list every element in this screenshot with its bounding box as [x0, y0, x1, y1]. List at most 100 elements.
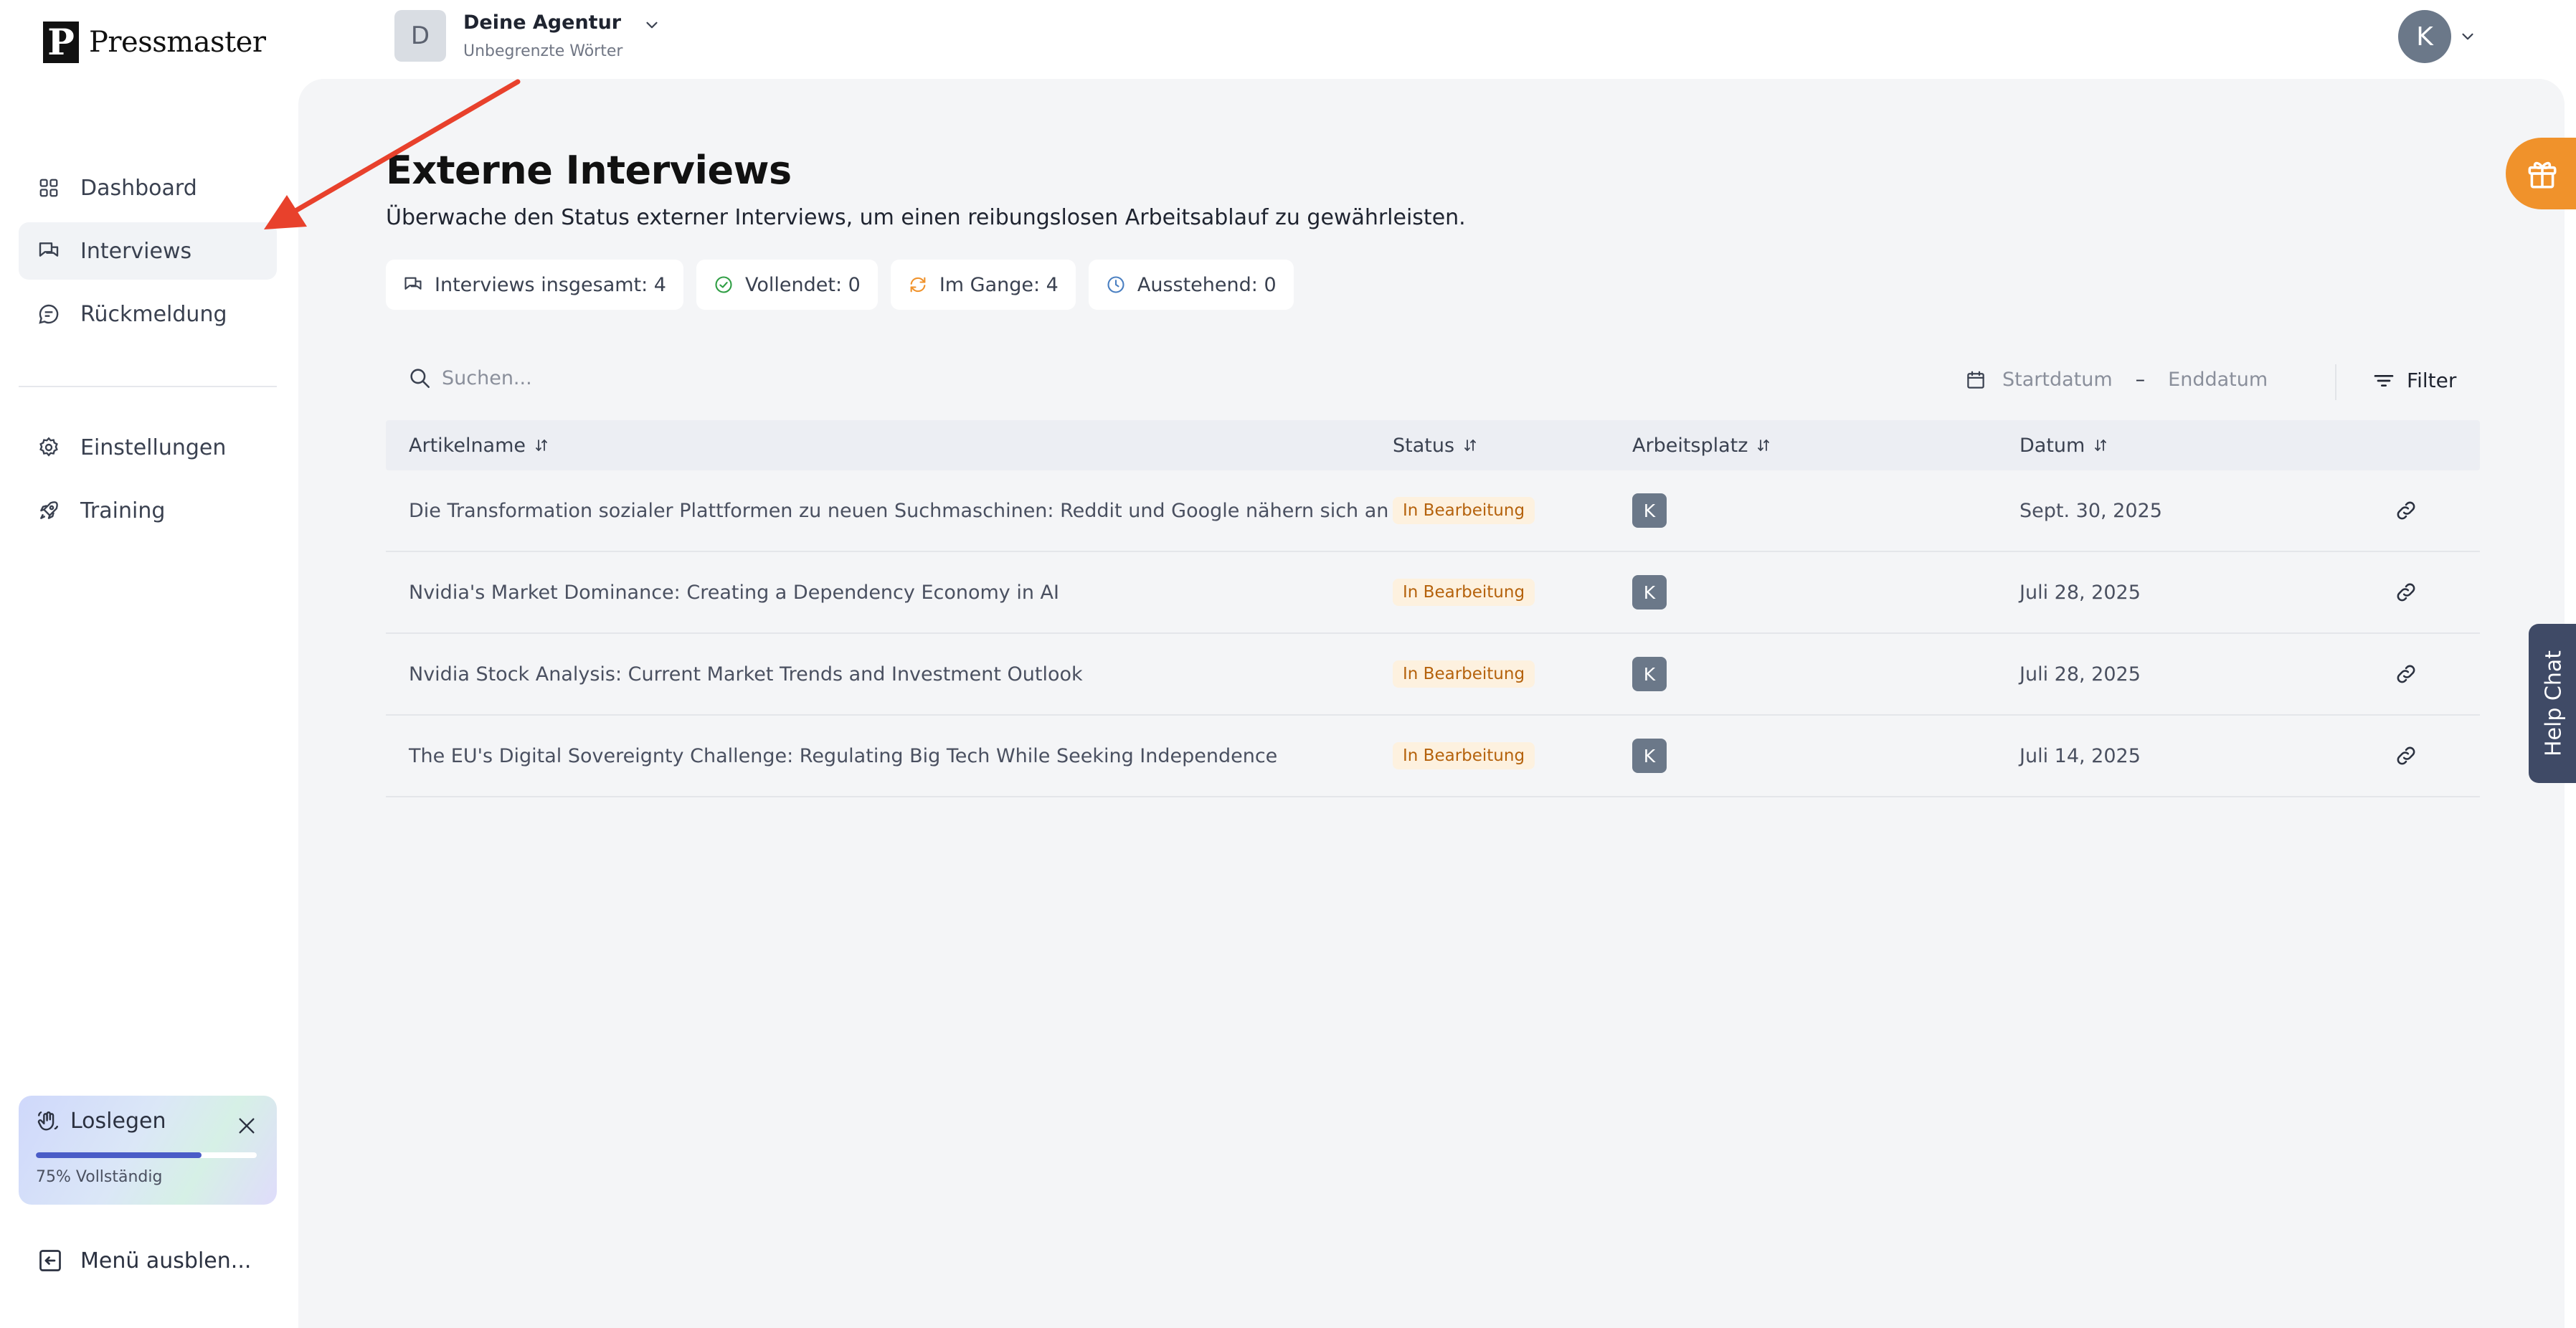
- page-title: Externe Interviews: [386, 148, 792, 193]
- agency-plan: Unbegrenzte Wörter: [463, 42, 623, 60]
- stat-label: Vollendet: 0: [745, 273, 861, 296]
- sidebar-item-label: Training: [80, 498, 166, 523]
- column-header-datum[interactable]: Datum: [2019, 435, 2109, 457]
- chevron-down-icon: [2458, 27, 2477, 46]
- workspace-avatar: K: [1632, 657, 1667, 691]
- sidebar-item-einstellungen[interactable]: Einstellungen: [19, 419, 277, 476]
- stat-pending: Ausstehend: 0: [1088, 260, 1294, 310]
- sort-icon: [1462, 437, 1479, 454]
- article-title[interactable]: Nvidia Stock Analysis: Current Market Tr…: [409, 634, 1083, 714]
- table-row[interactable]: Die Transformation sozialer Plattformen …: [386, 470, 2480, 552]
- column-header-status[interactable]: Status: [1393, 435, 1479, 457]
- sidebar-item-dashboard[interactable]: Dashboard: [19, 159, 277, 217]
- link-icon[interactable]: [2394, 552, 2418, 632]
- sidebar-item-label: Einstellungen: [80, 435, 227, 460]
- clock-icon: [1106, 275, 1126, 295]
- row-date: Sept. 30, 2025: [2019, 499, 2162, 522]
- toolbar-divider: [2335, 364, 2336, 400]
- hide-menu-button[interactable]: Menü ausblen...: [37, 1248, 251, 1274]
- column-label: Status: [1393, 434, 1455, 457]
- sort-icon: [1755, 437, 1772, 454]
- workspace-avatar: K: [1632, 739, 1667, 773]
- link-icon[interactable]: [2394, 470, 2418, 551]
- filter-button[interactable]: Filter: [2372, 369, 2456, 392]
- gift-button[interactable]: [2506, 138, 2576, 209]
- status-badge: In Bearbeitung: [1393, 742, 1535, 769]
- table-row[interactable]: Nvidia's Market Dominance: Creating a De…: [386, 552, 2480, 634]
- onboarding-progress-bar: [36, 1152, 257, 1158]
- onboarding-card[interactable]: Loslegen 75% Vollständig: [19, 1096, 277, 1205]
- onboarding-title: Loslegen: [70, 1109, 166, 1134]
- sidebar-item-training[interactable]: Training: [19, 482, 277, 539]
- workspace-avatar: K: [1632, 575, 1667, 610]
- stat-label: Im Gange: 4: [939, 273, 1059, 296]
- table-toolbar: Startdatum – Enddatum Filter: [386, 350, 2480, 414]
- grid-icon: [36, 175, 62, 201]
- onboarding-progress-fill: [36, 1152, 202, 1158]
- help-chat-label: Help Chat: [2541, 650, 2567, 757]
- search-box[interactable]: [407, 366, 1087, 390]
- article-title[interactable]: The EU's Digital Sovereignty Challenge: …: [409, 716, 1277, 796]
- agency-switcher[interactable]: D Deine Agentur Unbegrenzte Wörter: [394, 10, 661, 62]
- stat-label: Ausstehend: 0: [1137, 273, 1277, 296]
- sidebar: P Pressmaster Dashboard Interviews Rückm…: [0, 0, 298, 1328]
- table-row[interactable]: The EU's Digital Sovereignty Challenge: …: [386, 716, 2480, 797]
- sidebar-item-label: Interviews: [80, 238, 192, 264]
- main-panel: Externe Interviews Überwache den Status …: [298, 79, 2565, 1328]
- sidebar-divider: [19, 386, 277, 387]
- interviews-table: Artikelname Status Arbeitsplatz Datum Di…: [386, 420, 2480, 797]
- sidebar-item-rueckmeldung[interactable]: Rückmeldung: [19, 285, 277, 343]
- avatar: K: [2398, 10, 2451, 63]
- sort-icon: [2092, 437, 2109, 454]
- sidebar-item-label: Rückmeldung: [80, 301, 227, 327]
- column-header-arbeitsplatz[interactable]: Arbeitsplatz: [1632, 435, 1772, 457]
- user-menu[interactable]: K: [2398, 10, 2477, 63]
- table-row[interactable]: Nvidia Stock Analysis: Current Market Tr…: [386, 634, 2480, 716]
- filter-icon: [2372, 369, 2395, 392]
- refresh-icon: [908, 275, 928, 295]
- row-date: Juli 14, 2025: [2019, 744, 2141, 767]
- sort-icon: [533, 437, 550, 454]
- sidebar-item-label: Dashboard: [80, 175, 197, 201]
- link-icon[interactable]: [2394, 634, 2418, 714]
- message-circle-icon: [36, 301, 62, 327]
- calendar-icon: [1965, 369, 1987, 391]
- filter-label: Filter: [2407, 369, 2457, 392]
- link-icon[interactable]: [2394, 716, 2418, 796]
- logo[interactable]: P Pressmaster: [43, 22, 266, 63]
- search-input[interactable]: [442, 366, 1087, 389]
- close-icon[interactable]: [235, 1114, 258, 1137]
- chevron-down-icon: [643, 16, 661, 34]
- article-title[interactable]: Nvidia's Market Dominance: Creating a De…: [409, 552, 1059, 632]
- row-date: Juli 28, 2025: [2019, 581, 2141, 604]
- gear-icon: [36, 435, 62, 460]
- rocket-icon: [36, 498, 62, 523]
- stats-bar: Interviews insgesamt: 4 Vollendet: 0 Im …: [386, 260, 1294, 310]
- column-label: Artikelname: [409, 434, 526, 457]
- sidebar-item-interviews[interactable]: Interviews: [19, 222, 277, 280]
- end-date-field[interactable]: Enddatum: [2168, 369, 2268, 391]
- collapse-sidebar-icon: [37, 1248, 63, 1274]
- agency-avatar: D: [394, 10, 446, 62]
- status-badge: In Bearbeitung: [1393, 497, 1535, 524]
- column-header-artikelname[interactable]: Artikelname: [409, 435, 550, 457]
- status-badge: In Bearbeitung: [1393, 660, 1535, 688]
- status-badge: In Bearbeitung: [1393, 579, 1535, 606]
- start-date-field[interactable]: Startdatum: [2002, 369, 2113, 391]
- onboarding-progress-label: 75% Vollständig: [36, 1168, 163, 1186]
- gift-icon: [2524, 156, 2560, 191]
- page-subtitle: Überwache den Status externer Interviews…: [386, 205, 1466, 230]
- check-circle-icon: [714, 275, 734, 295]
- logo-mark: P: [43, 22, 79, 63]
- date-range-picker[interactable]: Startdatum – Enddatum: [1965, 369, 2268, 391]
- chat-bubbles-icon: [403, 275, 423, 295]
- chat-bubbles-icon: [36, 238, 62, 264]
- help-chat-button[interactable]: Help Chat: [2529, 624, 2576, 783]
- article-title[interactable]: Die Transformation sozialer Plattformen …: [409, 470, 1388, 551]
- stat-total: Interviews insgesamt: 4: [386, 260, 683, 310]
- row-date: Juli 28, 2025: [2019, 663, 2141, 686]
- search-icon: [407, 366, 432, 390]
- column-label: Datum: [2019, 434, 2085, 457]
- stat-completed: Vollendet: 0: [696, 260, 878, 310]
- hide-menu-label: Menü ausblen...: [80, 1248, 252, 1274]
